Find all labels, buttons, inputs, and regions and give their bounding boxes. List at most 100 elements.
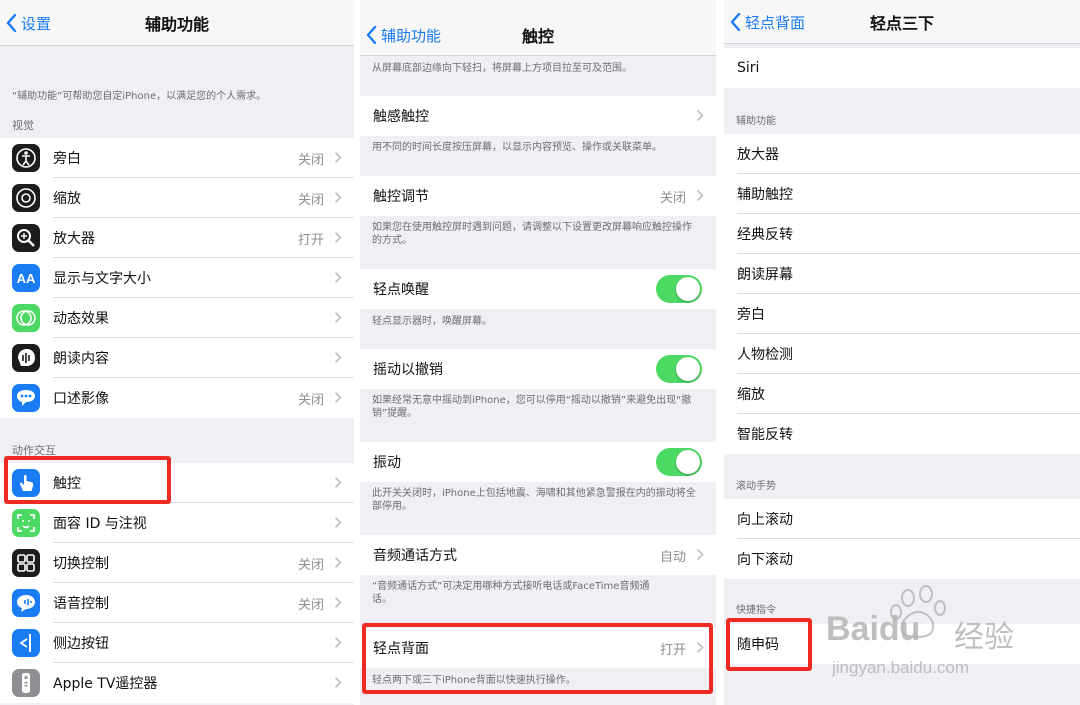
scroll-gesture-row[interactable]: 向下滚动 [724,539,1080,579]
shake-to-undo-row: 摇动以撤销 [360,349,716,389]
page-title: 辅助功能 [144,14,209,34]
chevron-right-icon [334,636,342,649]
chevron-right-icon [334,231,342,244]
navigation-bar: 辅助功能 触控 [360,0,716,56]
row-label: 语音控制 [53,596,109,612]
chevron-left-icon [6,14,17,32]
row-label: 放大器 [737,147,779,163]
haptic-touch-note: 用不同的时间长度按压屏幕，以显示内容预览、操作或关联菜单。 [372,142,662,153]
voiceover-icon [12,144,40,172]
row-label: Apple TV遥控器 [53,676,158,692]
settings-row[interactable]: 朗读内容 [0,338,354,378]
vibration-toggle[interactable] [656,448,702,476]
tap-to-wake-row: 轻点唤醒 [360,269,716,309]
touch-accommodations-note: 如果您在使用触控屏时遇到问题，请调整以下设置更改屏幕响应触控操作的方式。 [372,222,692,246]
vibration-note: 此开关关闭时，iPhone上包括地震、海啸和其他紧急警报在内的振动将全部停用。 [372,488,696,512]
row-label: 缩放 [53,191,81,207]
settings-row[interactable]: Apple TV遥控器 [0,663,354,703]
settings-row[interactable]: AA 显示与文字大小 [0,258,354,298]
row-label: 振动 [373,455,401,471]
row-label: 人物检测 [737,347,793,363]
section-header-vision: 视觉 [12,119,34,132]
row-label: 触控调节 [373,189,429,205]
intro-text: “辅助功能”可帮助您自定iPhone，以满足您的个人需求。 [12,91,267,102]
row-label: 向上滚动 [737,512,793,528]
accessibility-action-row[interactable]: 智能反转 [724,414,1080,454]
shake-to-undo-toggle[interactable] [656,355,702,383]
row-label: 朗读屏幕 [737,267,793,283]
row-value: 关闭 [297,557,324,573]
apple-tv-remote-icon [12,669,40,697]
settings-row[interactable]: 切换控制 关闭 [0,543,354,583]
chevron-right-icon [696,189,704,202]
page-title: 轻点三下 [869,13,934,33]
accessibility-action-row[interactable]: 朗读屏幕 [724,254,1080,294]
settings-row[interactable]: 动态效果 [0,298,354,338]
row-label: 摇动以撤销 [373,362,443,378]
vibration-row: 振动 [360,442,716,482]
row-value: 打开 [297,232,324,248]
call-audio-routing-row[interactable]: 音频通话方式 自动 [360,535,716,575]
accessibility-panel: 设置 辅助功能 “辅助功能”可帮助您自定iPhone，以满足您的个人需求。 视觉… [0,0,354,705]
chevron-right-icon [334,516,342,529]
haptic-touch-row[interactable]: 触感触控 [360,96,716,136]
row-label: 向下滚动 [737,552,793,568]
settings-row[interactable]: 语音控制 关闭 [0,583,354,623]
row-value: 自动 [659,549,686,565]
accessibility-action-row[interactable]: 经典反转 [724,214,1080,254]
settings-row[interactable]: 面容 ID 与注视 [0,503,354,543]
row-label: 侧边按钮 [53,636,109,652]
accessibility-action-row[interactable]: 放大器 [724,134,1080,174]
voice-control-icon [12,589,40,617]
row-label: 切换控制 [53,556,109,572]
accessibility-action-row[interactable]: 缩放 [724,374,1080,414]
side-button-icon [12,629,40,657]
switch-control-icon [12,549,40,577]
row-value: 关闭 [297,192,324,208]
chevron-right-icon [696,109,704,122]
scroll-gesture-row[interactable]: 向上滚动 [724,499,1080,539]
settings-row[interactable]: 侧边按钮 [0,623,354,663]
back-label: 设置 [21,14,52,33]
back-button[interactable]: 轻点背面 [730,0,805,44]
accessibility-action-row[interactable]: 旁白 [724,294,1080,334]
row-label: Siri [737,60,760,76]
settings-row[interactable]: 旁白 关闭 [0,138,354,178]
reachability-note: 从屏幕底部边缘向下轻扫，将屏幕上方项目拉至可及范围。 [372,63,632,74]
navigation-bar: 设置 辅助功能 [0,0,354,46]
row-label: 放大器 [53,231,95,247]
section-header-accessibility: 辅助功能 [736,116,776,127]
siri-row[interactable]: Siri [724,48,1080,88]
chevron-right-icon [334,556,342,569]
tap-to-wake-toggle[interactable] [656,275,702,303]
row-label: 经典反转 [737,227,793,243]
chevron-right-icon [334,191,342,204]
page-title: 触控 [521,26,554,46]
back-button[interactable]: 设置 [6,0,51,46]
touch-accommodations-row[interactable]: 触控调节 关闭 [360,176,716,216]
settings-row[interactable]: 放大器 打开 [0,218,354,258]
spoken-content-icon [12,344,40,372]
chevron-right-icon [334,151,342,164]
shake-to-undo-note: 如果经常无意中摇动到iPhone，您可以停用“摇动以撤销”来避免出现“撤销”提醒… [372,395,692,419]
row-label: 智能反转 [737,427,793,443]
settings-row[interactable]: 口述影像 关闭 [0,378,354,418]
settings-row[interactable]: 缩放 关闭 [0,178,354,218]
zoom-icon [12,184,40,212]
row-label: 口述影像 [53,391,109,407]
magnifier-icon [12,224,40,252]
row-label: 音频通话方式 [373,548,457,564]
row-label: 轻点唤醒 [373,282,429,298]
back-button[interactable]: 辅助功能 [366,0,441,56]
chevron-right-icon [334,476,342,489]
chevron-right-icon [334,351,342,364]
row-label: 动态效果 [53,311,109,327]
section-header-shortcuts: 快捷指令 [736,605,776,616]
navigation-bar: 轻点背面 轻点三下 [724,0,1080,44]
tap-to-wake-note: 轻点显示器时，唤醒屏幕。 [372,316,492,327]
highlight-shortcut [726,618,812,671]
accessibility-action-row[interactable]: 人物检测 [724,334,1080,374]
triple-tap-panel: 轻点背面 轻点三下 Siri 辅助功能 放大器辅助触控经典反转朗读屏幕旁白人物检… [724,0,1080,705]
accessibility-action-row[interactable]: 辅助触控 [724,174,1080,214]
chevron-right-icon [334,311,342,324]
